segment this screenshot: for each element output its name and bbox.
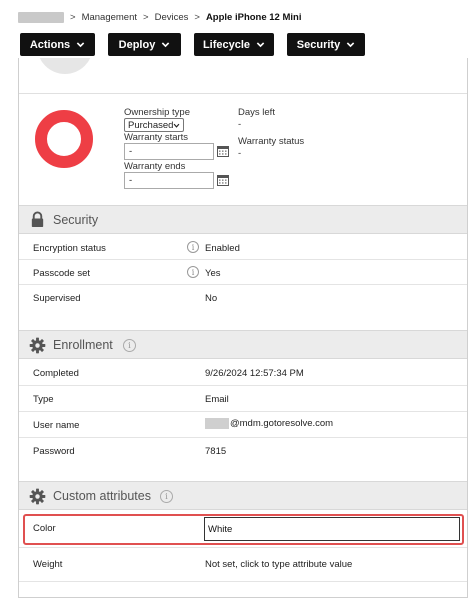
warranty-status-ring (35, 110, 93, 168)
warranty-status-value: - (238, 148, 242, 159)
warranty-ends-label: Warranty ends (124, 161, 186, 172)
custom-attribute-row-weight: Weight Not set, click to type attribute … (19, 548, 467, 582)
deploy-button[interactable]: Deploy (108, 33, 181, 56)
username-domain: @mdm.gotoresolve.com (230, 418, 334, 430)
row-label: Passcode set (33, 268, 91, 279)
warranty-starts-input[interactable]: - (124, 143, 214, 160)
info-icon[interactable]: i (187, 266, 199, 278)
toolbar: Actions Deploy Lifecycle Security (20, 33, 378, 56)
row-value: No (205, 293, 218, 304)
actions-button-label: Actions (29, 38, 71, 51)
gear-icon (29, 488, 46, 505)
row-value: 9/26/2024 12:57:34 PM (205, 368, 304, 379)
warranty-status-label: Warranty status (238, 136, 305, 147)
row-label: Supervised (33, 293, 81, 304)
row-label: Completed (33, 368, 79, 379)
enrollment-section-header: Enrollment i (19, 330, 467, 359)
custom-attributes-section-header: Custom attributes i (19, 481, 467, 510)
breadcrumb-root-redacted[interactable] (18, 11, 64, 23)
chevron-down-icon (346, 42, 355, 48)
breadcrumb-separator: > (194, 11, 200, 23)
chevron-down-icon (256, 42, 265, 48)
enrollment-section-title: Enrollment (53, 337, 113, 352)
lifecycle-button-label: Lifecycle (202, 38, 251, 51)
custom-attribute-row-color: Color White (19, 511, 467, 548)
security-button[interactable]: Security (287, 33, 365, 56)
color-attribute-input[interactable]: White (204, 517, 460, 541)
chevron-down-icon (162, 42, 170, 48)
row-label: Color (33, 523, 56, 534)
ownership-type-select[interactable]: Purchased (124, 118, 184, 132)
ownership-type-value: Purchased (128, 119, 174, 131)
row-label: Type (33, 394, 54, 405)
security-row-supervised: Supervised No (19, 285, 467, 311)
breadcrumb-management[interactable]: Management (82, 12, 137, 23)
calendar-icon[interactable] (217, 146, 229, 157)
security-section-header: Security (19, 205, 467, 234)
actions-button[interactable]: Actions (20, 33, 95, 56)
ownership-type-label: Ownership type (124, 107, 191, 118)
row-value: Enabled (205, 243, 240, 254)
lock-icon (31, 211, 44, 228)
weight-attribute-input[interactable]: Not set, click to type attribute value (205, 559, 352, 570)
enrollment-row-username: User name @mdm.gotoresolve.com (19, 412, 467, 438)
warranty-starts-label: Warranty starts (124, 132, 189, 143)
chevron-down-icon (173, 123, 180, 128)
row-value: Email (205, 394, 229, 405)
gear-icon (29, 337, 46, 354)
calendar-icon[interactable] (217, 175, 229, 186)
warranty-ends-input[interactable]: - (124, 172, 214, 189)
row-label: User name (33, 420, 80, 431)
info-icon[interactable]: i (160, 490, 173, 503)
days-left-label: Days left (238, 107, 275, 118)
deploy-button-label: Deploy (118, 38, 156, 51)
custom-attributes-section-title: Custom attributes (53, 488, 151, 503)
security-button-label: Security (296, 38, 341, 51)
chevron-down-icon (76, 42, 85, 48)
device-details-panel: Ownership type Purchased Warranty starts… (18, 58, 468, 598)
row-label: Encryption status (33, 243, 106, 254)
days-left-value: - (238, 119, 242, 130)
enrollment-row-password: Password 7815 (19, 438, 467, 462)
security-row-passcode: Passcode set i Yes (19, 260, 467, 285)
row-value: Yes (205, 268, 221, 279)
breadcrumb-separator: > (143, 11, 149, 23)
breadcrumb-devices[interactable]: Devices (155, 12, 189, 23)
breadcrumb: > Management > Devices > Apple iPhone 12… (18, 10, 301, 24)
enrollment-row-type: Type Email (19, 386, 467, 412)
info-icon[interactable]: i (187, 241, 199, 253)
breadcrumb-current-device: Apple iPhone 12 Mini (205, 11, 302, 23)
lifecycle-button[interactable]: Lifecycle (194, 33, 274, 56)
username-redacted (205, 418, 229, 429)
warranty-starts-value: - (129, 146, 133, 157)
row-value: @mdm.gotoresolve.com (205, 418, 333, 429)
warranty-section: Ownership type Purchased Warranty starts… (19, 94, 467, 205)
breadcrumb-separator: > (70, 11, 76, 23)
warranty-ends-value: - (129, 175, 133, 186)
row-label: Password (33, 446, 75, 457)
row-value: 7815 (205, 446, 227, 457)
info-icon[interactable]: i (123, 339, 136, 352)
security-section-title: Security (53, 212, 99, 227)
status-ring-partial (37, 58, 93, 74)
row-label: Weight (33, 559, 63, 570)
enrollment-row-completed: Completed 9/26/2024 12:57:34 PM (19, 360, 467, 386)
color-attribute-value: White (208, 523, 233, 535)
scrolled-section-remnant (19, 58, 467, 94)
security-row-encryption: Encryption status i Enabled (19, 235, 467, 260)
